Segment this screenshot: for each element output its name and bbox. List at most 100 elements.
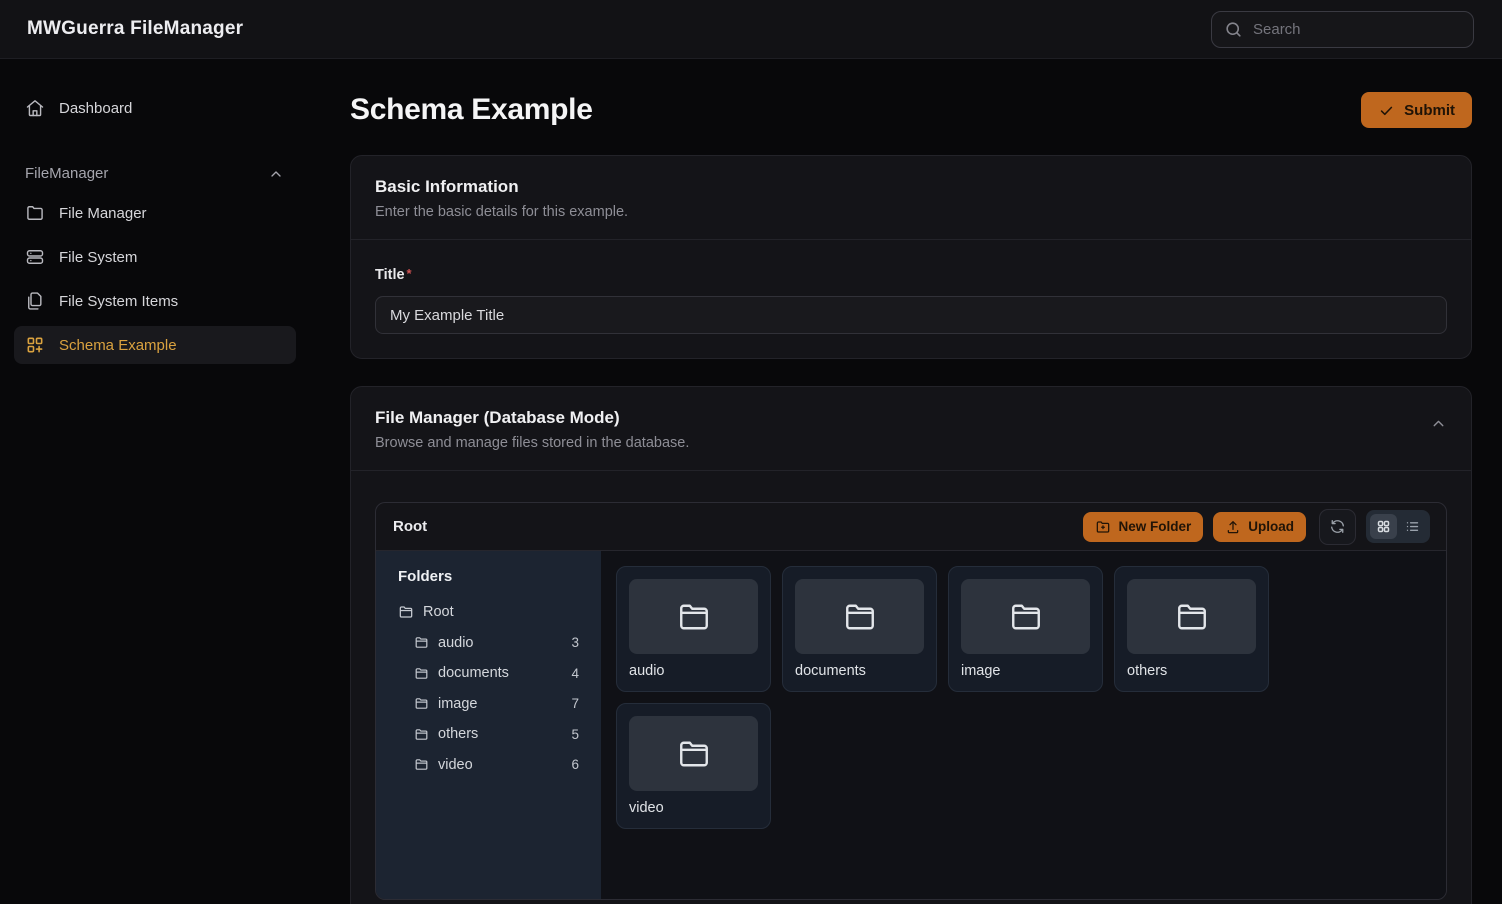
tree-item-count: 5 (571, 727, 579, 742)
card-subtitle: Browse and manage files stored in the da… (375, 435, 1447, 451)
search-icon (1224, 20, 1243, 39)
folder-thumbnail (795, 579, 924, 654)
grid-plus-icon (25, 335, 45, 355)
grid-view-icon (1376, 519, 1391, 534)
folder-card-audio[interactable]: audio (616, 566, 771, 692)
sidebar-section-filemanager[interactable]: FileManager (25, 165, 284, 182)
tree-item-count: 3 (571, 635, 579, 650)
submit-button[interactable]: Submit (1361, 92, 1472, 128)
folder-icon (676, 599, 712, 635)
server-icon (25, 247, 45, 267)
app-title: MWGuerra FileManager (27, 18, 243, 40)
refresh-button[interactable] (1319, 509, 1356, 545)
search-input[interactable] (1253, 21, 1461, 38)
title-input[interactable] (375, 296, 1447, 334)
tree-item-documents[interactable]: documents 4 (398, 664, 579, 682)
tree-item-label: audio (438, 635, 473, 651)
chevron-up-icon (268, 166, 284, 182)
tree-item-count: 7 (571, 696, 579, 711)
title-field-label: Title* (375, 267, 412, 283)
folder-card-others[interactable]: others (1114, 566, 1269, 692)
sidebar-item-schema-example[interactable]: Schema Example (14, 326, 296, 364)
folder-icon (25, 203, 45, 223)
folder-card-documents[interactable]: documents (782, 566, 937, 692)
folder-card-video[interactable]: video (616, 703, 771, 829)
files-icon (25, 291, 45, 311)
sidebar-item-file-manager[interactable]: File Manager (14, 194, 296, 232)
sidebar-section-label: FileManager (25, 165, 108, 182)
sidebar-item-dashboard[interactable]: Dashboard (14, 89, 296, 127)
folder-name: audio (629, 663, 758, 679)
folders-heading: Folders (398, 568, 579, 585)
tree-item-label: documents (438, 665, 509, 681)
home-icon (25, 98, 45, 118)
sidebar: Dashboard FileManager File Manager File … (0, 59, 310, 904)
search-box[interactable] (1211, 11, 1474, 48)
submit-label: Submit (1404, 102, 1455, 119)
folder-icon (676, 736, 712, 772)
folder-thumbnail (1127, 579, 1256, 654)
list-view-button[interactable] (1399, 514, 1426, 539)
grid-view-button[interactable] (1370, 514, 1397, 539)
folder-name: documents (795, 663, 924, 679)
basic-information-card: Basic Information Enter the basic detail… (350, 155, 1472, 359)
tree-item-others[interactable]: others 5 (398, 725, 579, 743)
sidebar-item-label: Schema Example (59, 337, 177, 354)
file-manager-body: Root New Folder (351, 471, 1471, 904)
tree-item-label: others (438, 726, 478, 742)
folder-icon (414, 757, 429, 772)
topbar: MWGuerra FileManager (0, 0, 1502, 59)
sidebar-item-label: File System (59, 249, 137, 266)
folder-icon (1008, 599, 1044, 635)
card-title: Basic Information (375, 177, 1447, 197)
basic-information-body: Title* (351, 240, 1471, 358)
main-content: Schema Example Submit Basic Information … (310, 59, 1502, 904)
folder-name: image (961, 663, 1090, 679)
breadcrumb: Root (393, 518, 427, 535)
required-asterisk: * (407, 266, 412, 281)
folder-thumbnail (629, 716, 758, 791)
folder-name: video (629, 800, 758, 816)
sidebar-item-file-system[interactable]: File System (14, 238, 296, 276)
new-folder-button[interactable]: New Folder (1083, 512, 1203, 542)
browser-toolbar: Root New Folder (376, 503, 1446, 551)
folder-thumbnail (629, 579, 758, 654)
upload-icon (1225, 519, 1241, 535)
collapse-section-button[interactable] (1430, 415, 1447, 432)
field-label-text: Title (375, 267, 405, 283)
tree-item-audio[interactable]: audio 3 (398, 634, 579, 652)
card-title: File Manager (Database Mode) (375, 408, 1447, 428)
folder-icon (1174, 599, 1210, 635)
upload-label: Upload (1248, 519, 1294, 534)
sidebar-item-file-system-items[interactable]: File System Items (14, 282, 296, 320)
file-browser: Root New Folder (375, 502, 1447, 900)
folder-icon (414, 666, 429, 681)
file-manager-header: File Manager (Database Mode) Browse and … (351, 387, 1471, 471)
sidebar-item-label: Dashboard (59, 100, 132, 117)
tree-item-label: video (438, 757, 473, 773)
card-subtitle: Enter the basic details for this example… (375, 204, 1447, 220)
sidebar-item-label: File Manager (59, 205, 147, 222)
browser-body: Folders Root audi (376, 551, 1446, 899)
page-title: Schema Example (350, 93, 593, 127)
view-toggle (1366, 510, 1430, 543)
list-view-icon (1405, 519, 1420, 534)
folder-grid: audio documents (601, 551, 1446, 899)
folder-tree-panel: Folders Root audi (376, 551, 601, 899)
tree-item-root[interactable]: Root (398, 603, 579, 621)
sidebar-item-label: File System Items (59, 293, 178, 310)
folder-plus-icon (1095, 519, 1111, 535)
upload-button[interactable]: Upload (1213, 512, 1306, 542)
folder-name: others (1127, 663, 1256, 679)
folder-icon (414, 696, 429, 711)
folder-icon (842, 599, 878, 635)
tree-item-video[interactable]: video 6 (398, 756, 579, 774)
folder-icon (398, 604, 414, 620)
tree-item-label: image (438, 696, 478, 712)
tree-item-count: 4 (571, 666, 579, 681)
tree-item-image[interactable]: image 7 (398, 695, 579, 713)
page-header: Schema Example Submit (350, 92, 1472, 128)
refresh-icon (1329, 518, 1346, 535)
basic-information-header: Basic Information Enter the basic detail… (351, 156, 1471, 240)
folder-card-image[interactable]: image (948, 566, 1103, 692)
